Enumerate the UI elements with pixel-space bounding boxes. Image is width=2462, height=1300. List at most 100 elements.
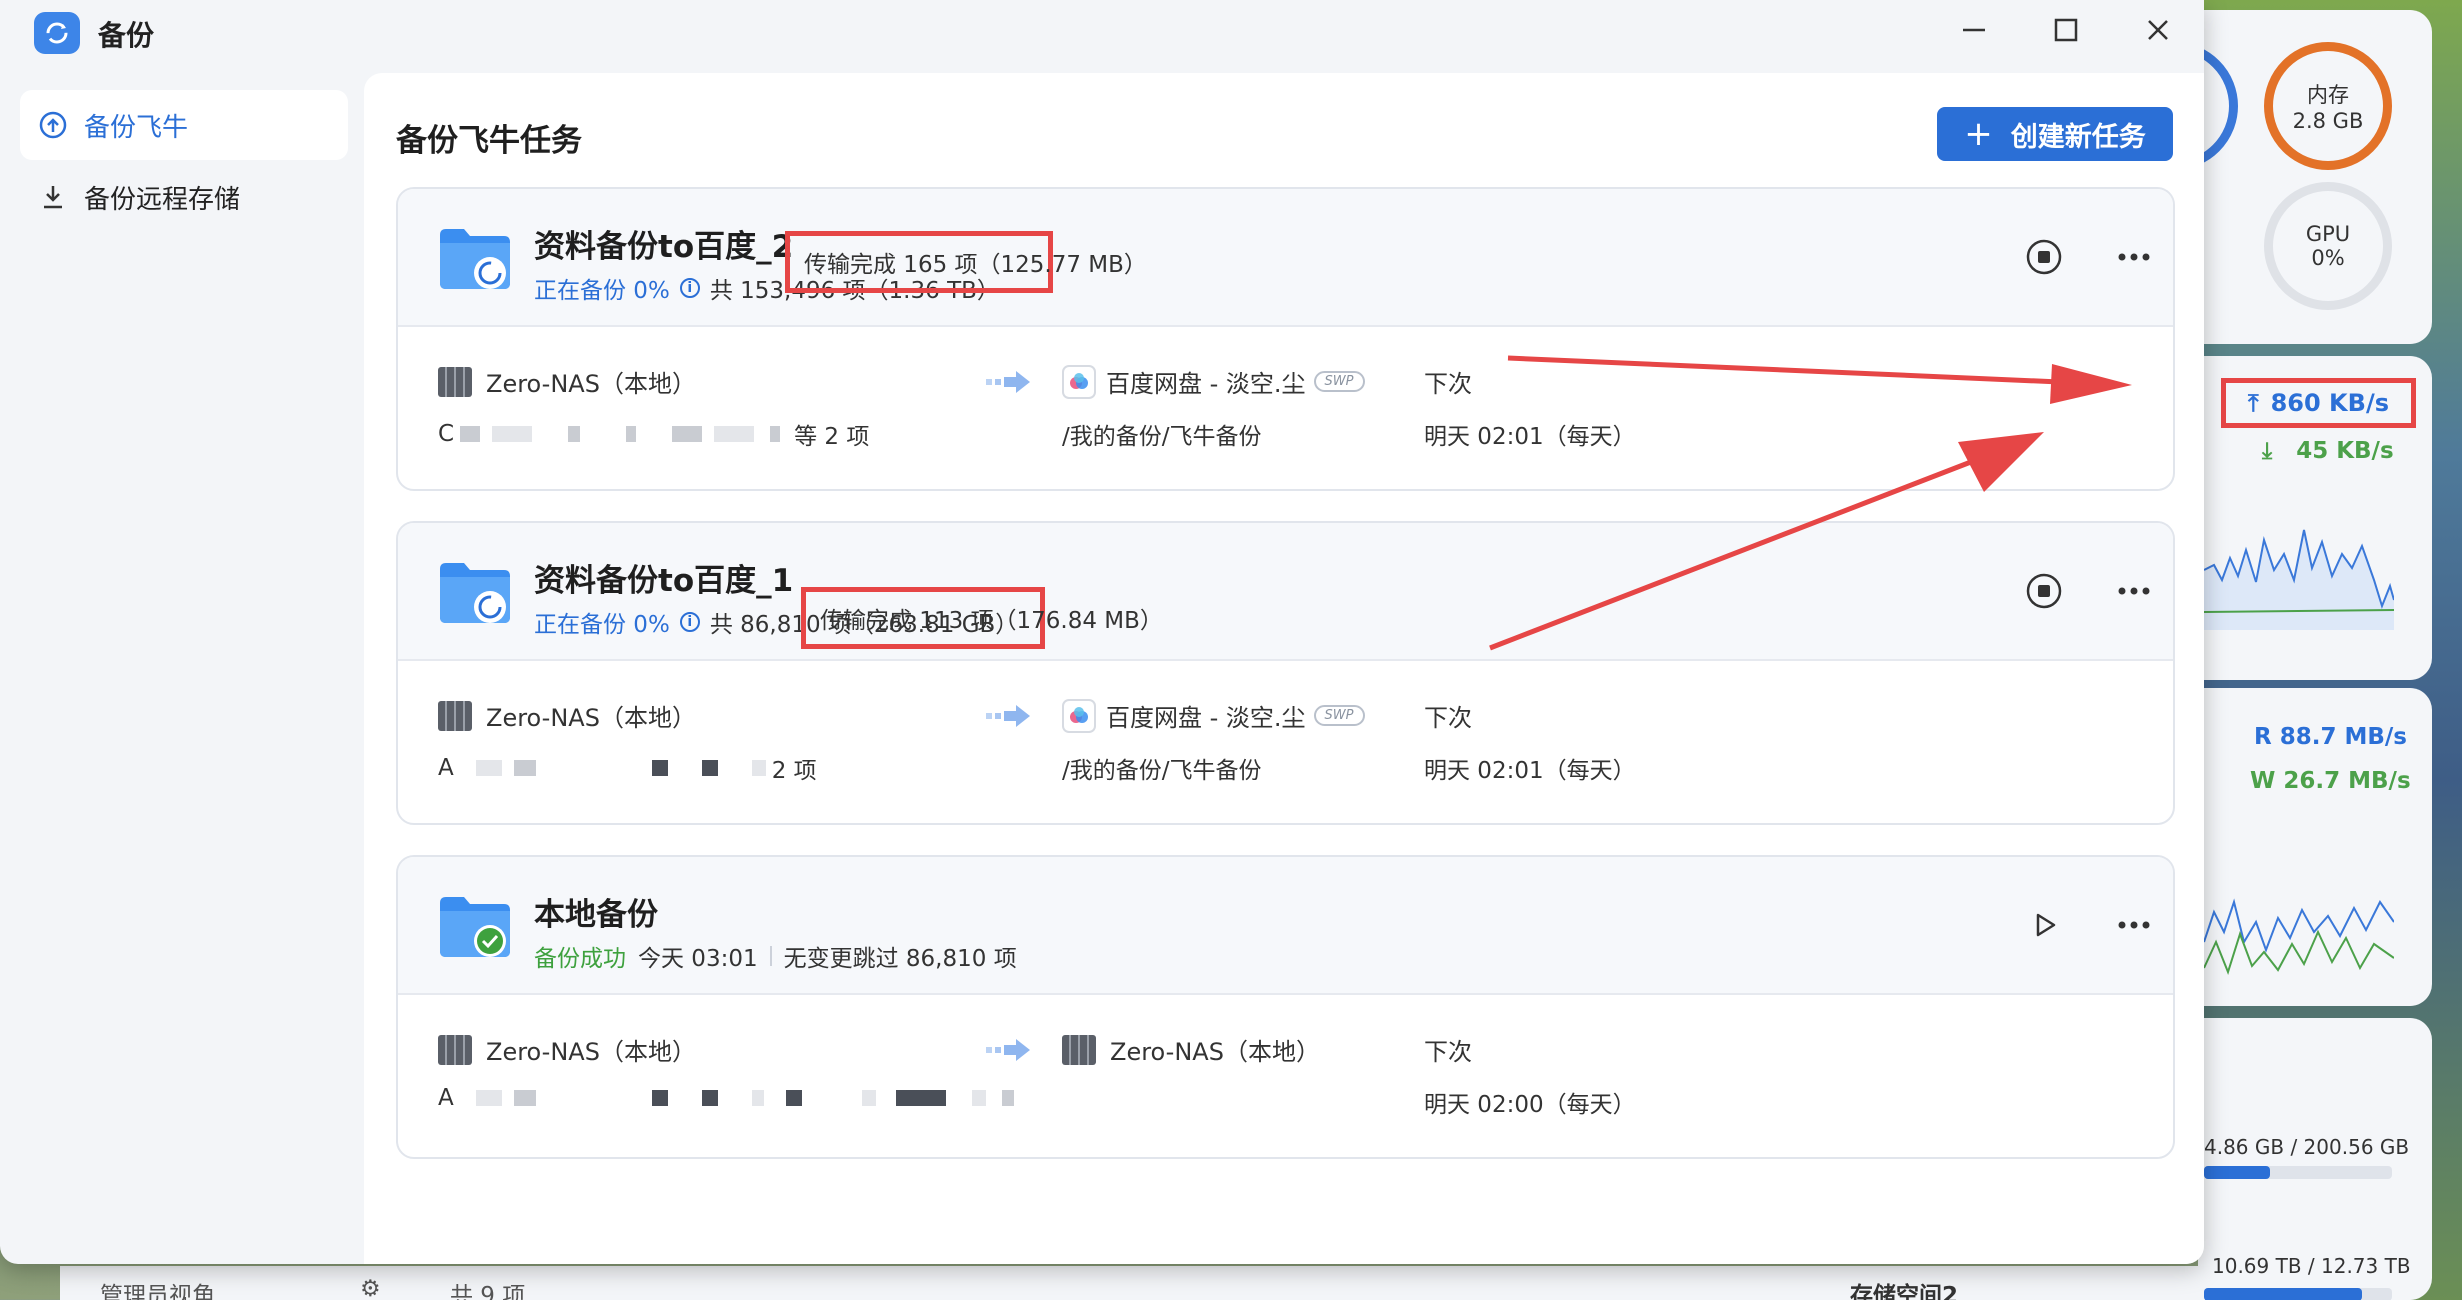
nas-icon: [438, 1034, 472, 1065]
status-text: 备份成功: [534, 946, 626, 972]
gpu-label: GPU: [2305, 222, 2351, 246]
info-icon[interactable]: i: [679, 612, 700, 632]
transfer-completed: 传输完成 165 项（125.77 MB）: [804, 252, 1147, 278]
baidu-netdisk-icon: [1062, 698, 1096, 733]
task-card[interactable]: 资料备份to百度_2 正在备份 0% i 共 153,496 项（1.36 TB…: [396, 187, 2175, 491]
underlying-window-bar: 管理员视角 ⚙ 共 9 项 存储空间2: [60, 1266, 2210, 1300]
sidebar-item-backup-fnos[interactable]: 备份飞牛: [20, 90, 348, 160]
swp-badge: SWP: [1313, 371, 1365, 392]
storage2-usage: 10.69 TB / 12.73 TB: [2212, 1254, 2411, 1278]
stop-button[interactable]: [2020, 233, 2068, 281]
task-card-header: 资料备份to百度_2 正在备份 0% i 共 153,496 项（1.36 TB…: [398, 189, 2173, 327]
stop-icon: [2026, 573, 2062, 609]
next-label: 下次: [1424, 1038, 1472, 1066]
more-button[interactable]: [2110, 233, 2158, 281]
start-button[interactable]: [2020, 901, 2068, 949]
next-label: 下次: [1424, 370, 1472, 398]
next-label: 下次: [1424, 704, 1472, 732]
gpu-gauge: GPU 0%: [2264, 182, 2392, 310]
task-card[interactable]: 资料备份to百度_1 正在备份 0% i 共 86,810 项（263.81 G…: [396, 521, 2175, 825]
plus-icon: +: [1964, 114, 1993, 154]
source-name: Zero-NAS（本地）: [486, 1038, 696, 1066]
task-name: 资料备份to百度_1: [534, 563, 794, 599]
dest-name: Zero-NAS（本地）: [1110, 1038, 1320, 1066]
download-arrow-icon: ⤓: [2262, 438, 2273, 464]
minimize-button[interactable]: [1944, 8, 2004, 52]
close-button[interactable]: [2128, 8, 2188, 52]
title-bar[interactable]: 备份: [0, 0, 2204, 62]
storage1-bar: [2204, 1166, 2392, 1179]
nas-icon: [1062, 1034, 1096, 1065]
direction-arrow-icon: [986, 705, 1030, 727]
info-icon[interactable]: i: [679, 278, 700, 298]
create-task-button[interactable]: + 创建新任务: [1937, 107, 2173, 161]
memory-value: 2.8 GB: [2292, 109, 2364, 133]
disk-io-sparkline: [2204, 898, 2394, 975]
task-name: 本地备份: [534, 897, 658, 933]
dest-name: 百度网盘 - 淡空.尘: [1106, 704, 1306, 732]
stop-button[interactable]: [2020, 567, 2068, 615]
main-content: 备份飞牛任务 + 创建新任务 资料备份to百度_2 正在备份 0% i 共 15…: [364, 73, 2204, 1264]
cloud-upload-icon: [39, 111, 67, 139]
play-icon: [2036, 913, 2056, 937]
more-icon: [2118, 921, 2150, 929]
task-card[interactable]: 本地备份 备份成功 今天 03:01 无变更跳过 86,810 项 Zero-N…: [396, 855, 2175, 1159]
settings-icon[interactable]: ⚙: [360, 1276, 381, 1300]
create-task-label: 创建新任务: [2010, 121, 2146, 153]
item-count: 共 9 项: [450, 1283, 526, 1300]
memory-gauge: 内存 2.8 GB: [2264, 42, 2392, 170]
transfer-highlight: 传输完成 165 项（125.77 MB）: [785, 231, 1147, 293]
download-value: 45 KB/s: [2296, 438, 2394, 464]
dest-path: /我的备份/飞牛备份: [1062, 758, 1262, 784]
source-path: A: [438, 1085, 1020, 1111]
folder-sync-icon: [440, 229, 510, 289]
folder-success-icon: [440, 897, 510, 957]
status-text: 正在备份 0%: [534, 612, 670, 638]
source-path-prefix: A: [438, 755, 454, 781]
close-icon: [2148, 20, 2168, 40]
gpu-value: 0%: [2311, 246, 2345, 270]
last-run-time: 今天 03:01: [638, 946, 758, 972]
sidebar-item-backup-remote[interactable]: 备份远程存储: [20, 162, 348, 232]
more-button[interactable]: [2110, 901, 2158, 949]
backup-window: 备份 备份飞牛 备份远程存储 备份飞牛任务 + 创建新任务 资料备份to百度_2…: [0, 0, 2204, 1264]
destination: 百度网盘 - 淡空.尘 SWP: [1062, 698, 1365, 733]
source-path-suffix: 2 项: [771, 758, 817, 784]
memory-label: 内存: [2307, 83, 2349, 107]
task-status: 备份成功 今天 03:01 无变更跳过 86,810 项: [534, 939, 1017, 973]
destination: 百度网盘 - 淡空.尘 SWP: [1062, 364, 1365, 399]
sidebar-item-label: 备份远程存储: [84, 184, 241, 215]
upload-arrow-icon: ⤒: [2247, 389, 2259, 417]
storage1-usage: 4.86 GB / 200.56 GB: [2204, 1135, 2410, 1159]
source-device: Zero-NAS（本地）: [438, 364, 696, 399]
task-card-header: 资料备份to百度_1 正在备份 0% i 共 86,810 项（263.81 G…: [398, 523, 2173, 661]
maximize-button[interactable]: [2036, 8, 2096, 52]
storage2-name: 存储空间2: [1850, 1283, 1959, 1300]
minimize-icon: [1963, 28, 1985, 32]
source-path-prefix: A: [438, 1085, 454, 1111]
nas-icon: [438, 700, 472, 731]
admin-view-label[interactable]: 管理员视角: [100, 1276, 215, 1300]
page-title: 备份飞牛任务: [396, 123, 582, 159]
source-device: Zero-NAS（本地）: [438, 698, 696, 733]
storage2-bar: [2204, 1288, 2392, 1300]
direction-arrow-icon: [986, 1039, 1030, 1061]
dest-path: /我的备份/飞牛备份: [1062, 424, 1262, 450]
source-path: A 2 项: [438, 751, 817, 785]
more-icon: [2118, 587, 2150, 595]
more-button[interactable]: [2110, 567, 2158, 615]
next-run-time: 明天 02:01（每天）: [1424, 758, 1636, 784]
network-sparkline: [2204, 529, 2394, 630]
upload-value: 860 KB/s: [2270, 389, 2389, 417]
swp-badge: SWP: [1313, 705, 1365, 726]
task-name: 资料备份to百度_2: [534, 229, 794, 265]
task-card-header: 本地备份 备份成功 今天 03:01 无变更跳过 86,810 项: [398, 857, 2173, 995]
source-device: Zero-NAS（本地）: [438, 1032, 696, 1067]
source-name: Zero-NAS（本地）: [486, 370, 696, 398]
next-run-time: 明天 02:01（每天）: [1424, 424, 1636, 450]
destination: Zero-NAS（本地）: [1062, 1032, 1320, 1067]
source-path-prefix: C: [438, 421, 455, 447]
net-upload-speed: ⤒ 860 KB/s: [2221, 378, 2416, 428]
stop-icon: [2026, 239, 2062, 275]
direction-arrow-icon: [986, 371, 1030, 393]
